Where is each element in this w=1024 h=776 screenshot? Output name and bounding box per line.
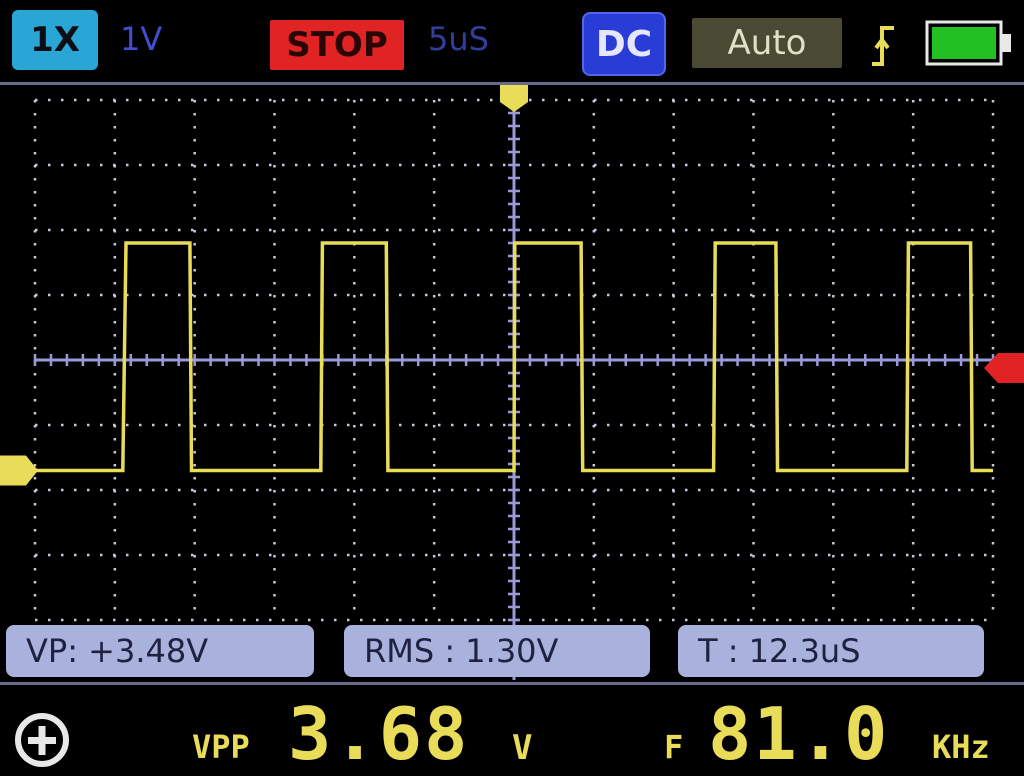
- vp-measurement[interactable]: VP: +3.48V: [6, 625, 314, 677]
- run-stop-button[interactable]: STOP: [270, 20, 404, 70]
- volts-per-div-label[interactable]: 1V: [120, 20, 162, 58]
- battery-icon: [925, 20, 1011, 66]
- trigger-position-marker: [500, 85, 528, 112]
- rms-measurement[interactable]: RMS : 1.30V: [344, 625, 650, 677]
- rising-edge-icon[interactable]: [868, 20, 898, 70]
- vpp-value: 3.68: [288, 692, 470, 776]
- frequency-unit: KHz: [932, 728, 990, 766]
- channel-ground-marker: [0, 455, 38, 486]
- scope-display[interactable]: [0, 85, 1024, 680]
- coupling-button[interactable]: DC: [582, 12, 666, 76]
- plus-circle-icon[interactable]: [8, 712, 76, 768]
- period-measurement[interactable]: T : 12.3uS: [678, 625, 984, 677]
- trigger-mode-button[interactable]: Auto: [692, 18, 842, 68]
- time-per-div-label[interactable]: 5uS: [428, 20, 489, 58]
- probe-attenuation-button[interactable]: 1X: [12, 10, 98, 70]
- status-bar: 1X 1V STOP 5uS DC Auto: [0, 0, 1024, 80]
- trigger-level-marker: [984, 353, 1024, 383]
- frequency-label: F: [664, 728, 684, 766]
- vpp-unit: V: [512, 728, 533, 768]
- vpp-label: VPP: [192, 728, 250, 766]
- frequency-value: 81.0: [708, 692, 890, 776]
